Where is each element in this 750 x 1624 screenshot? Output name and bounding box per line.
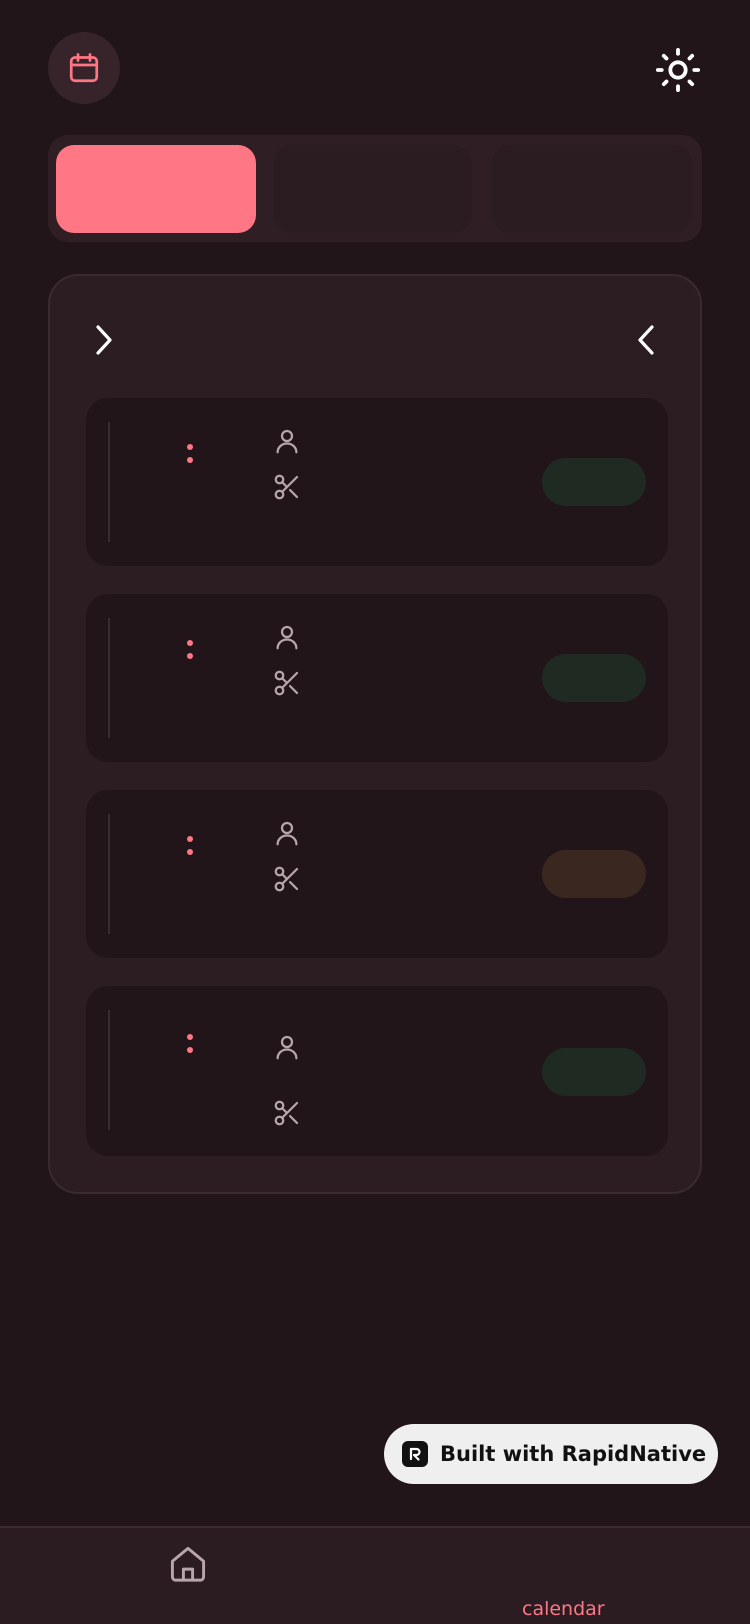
calendar-button[interactable] bbox=[48, 32, 120, 104]
segment-tab-1[interactable] bbox=[56, 145, 256, 233]
view-segment-control bbox=[48, 135, 702, 242]
appointment-card[interactable] bbox=[86, 594, 668, 762]
next-button[interactable] bbox=[86, 318, 122, 362]
scissors-icon bbox=[274, 474, 299, 500]
chevron-right-icon bbox=[96, 325, 112, 355]
built-with-badge[interactable]: Built with RapidNative bbox=[384, 1424, 718, 1484]
tab-calendar[interactable]: calendar bbox=[522, 1598, 605, 1620]
scissors-icon bbox=[274, 866, 299, 892]
appointments-panel bbox=[48, 274, 702, 1194]
divider bbox=[108, 422, 110, 542]
status-badge bbox=[542, 458, 646, 506]
colon-dots bbox=[187, 444, 195, 470]
segment-tab-2[interactable] bbox=[274, 145, 472, 233]
status-badge bbox=[542, 654, 646, 702]
app-screen: Built with RapidNative calendar bbox=[0, 0, 750, 1624]
chevron-left-icon bbox=[638, 325, 654, 355]
sun-icon bbox=[655, 47, 701, 93]
person-icon bbox=[276, 429, 298, 454]
appointment-card[interactable] bbox=[86, 986, 668, 1156]
rapidnative-logo-icon bbox=[402, 1441, 428, 1467]
theme-toggle-button[interactable] bbox=[652, 44, 704, 96]
segment-tab-3[interactable] bbox=[492, 145, 692, 233]
person-icon bbox=[276, 625, 298, 650]
built-with-label: Built with RapidNative bbox=[440, 1442, 707, 1466]
appointment-card[interactable] bbox=[86, 398, 668, 566]
home-icon bbox=[170, 1546, 206, 1582]
status-badge bbox=[542, 850, 646, 898]
divider bbox=[108, 618, 110, 738]
person-icon bbox=[276, 821, 298, 846]
tab-home[interactable] bbox=[166, 1542, 210, 1586]
colon-dots bbox=[187, 1034, 195, 1060]
appointment-card[interactable] bbox=[86, 790, 668, 958]
scissors-icon bbox=[274, 670, 299, 696]
colon-dots bbox=[187, 836, 195, 862]
colon-dots bbox=[187, 640, 195, 666]
divider bbox=[108, 1010, 110, 1130]
person-icon bbox=[276, 1035, 298, 1060]
bottom-tab-bar: calendar bbox=[0, 1526, 750, 1624]
calendar-icon bbox=[69, 53, 99, 83]
divider bbox=[108, 814, 110, 934]
status-badge bbox=[542, 1048, 646, 1096]
scissors-icon bbox=[274, 1100, 299, 1126]
previous-button[interactable] bbox=[628, 318, 664, 362]
